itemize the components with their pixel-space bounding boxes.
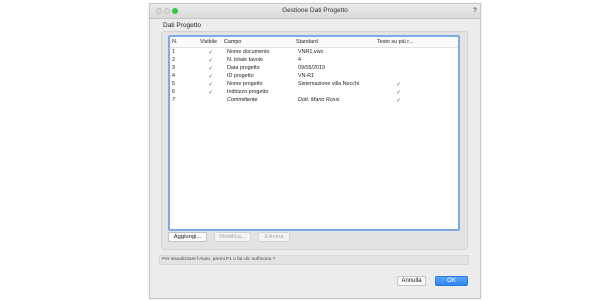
visible-check-icon[interactable]: ✓ — [208, 73, 213, 80]
row-number: 7 — [172, 97, 175, 103]
standard-value: VN-R1 — [298, 73, 315, 79]
header-standard[interactable]: Standard — [296, 39, 318, 45]
standard-value: 09/05/2019 — [298, 65, 325, 71]
delete-button[interactable]: Elimina — [258, 232, 290, 242]
visible-check-icon[interactable]: ✓ — [208, 65, 213, 72]
table-row[interactable]: 4 ✓ ID progetto VN-R1 — [170, 72, 458, 80]
ok-button[interactable]: OK — [435, 276, 468, 286]
visible-check-icon[interactable]: ✓ — [208, 57, 213, 64]
header-field[interactable]: Campo — [224, 39, 241, 45]
row-number: 5 — [172, 81, 175, 87]
table-row[interactable]: 1 ✓ Nome documento VNR1.vwx — [170, 48, 458, 56]
table-row[interactable]: 6 ✓ Indirizzo progetto ✓ — [170, 88, 458, 96]
help-icon[interactable]: ? — [473, 7, 477, 14]
standard-value: Sistemazione villa Necchi — [298, 81, 360, 87]
header-text-on-more-rows[interactable]: Testo su più r... — [377, 39, 413, 45]
table-row[interactable]: 2 ✓ N. totale tavole 4 — [170, 56, 458, 64]
standard-value: Dott. Mario Rossi — [298, 97, 340, 103]
multiline-check-icon[interactable]: ✓ — [396, 81, 401, 88]
visible-check-icon[interactable]: ✓ — [208, 89, 213, 96]
cancel-button[interactable]: Annulla — [397, 276, 426, 286]
field-name: Nome progetto — [227, 81, 263, 87]
header-visible[interactable]: Visibile — [200, 39, 217, 45]
title-bar: Gestione Dati Progetto ? — [150, 4, 480, 19]
row-number: 3 — [172, 65, 175, 71]
standard-value: VNR1.vwx — [298, 49, 324, 55]
field-name: Nome documento — [227, 49, 270, 55]
visible-check-icon[interactable]: ✓ — [208, 81, 213, 88]
standard-value: 4 — [298, 57, 301, 63]
visible-check-icon[interactable]: ✓ — [208, 49, 213, 56]
modify-button[interactable]: Modifica... — [214, 232, 251, 242]
field-name: Committente — [227, 97, 258, 103]
table-row[interactable]: 5 ✓ Nome progetto Sistemazione villa Nec… — [170, 80, 458, 88]
multiline-check-icon[interactable]: ✓ — [396, 97, 401, 104]
add-button[interactable]: Aggiungi... — [168, 232, 207, 242]
group-label: Dati Progetto — [163, 22, 201, 29]
row-number: 6 — [172, 89, 175, 95]
table-header: N. Visibile Campo Standard Testo su più … — [170, 37, 458, 48]
field-name: Data progetto — [227, 65, 260, 71]
field-name: ID progetto — [227, 73, 254, 79]
table-row[interactable]: 7 Committente Dott. Mario Rossi ✓ — [170, 96, 458, 104]
help-hint-bar: Per visualizzare l'Aiuto, premi F1 o fai… — [159, 255, 469, 265]
row-number: 2 — [172, 57, 175, 63]
field-name: Indirizzo progetto — [227, 89, 269, 95]
window-title: Gestione Dati Progetto — [282, 7, 348, 14]
field-name: N. totale tavole — [227, 57, 263, 63]
table-row[interactable]: 3 ✓ Data progetto 09/05/2019 — [170, 64, 458, 72]
row-number: 4 — [172, 73, 175, 79]
row-number: 1 — [172, 49, 175, 55]
multiline-check-icon[interactable]: ✓ — [396, 89, 401, 96]
project-data-table[interactable]: N. Visibile Campo Standard Testo su più … — [168, 35, 460, 231]
header-n[interactable]: N. — [172, 39, 177, 45]
